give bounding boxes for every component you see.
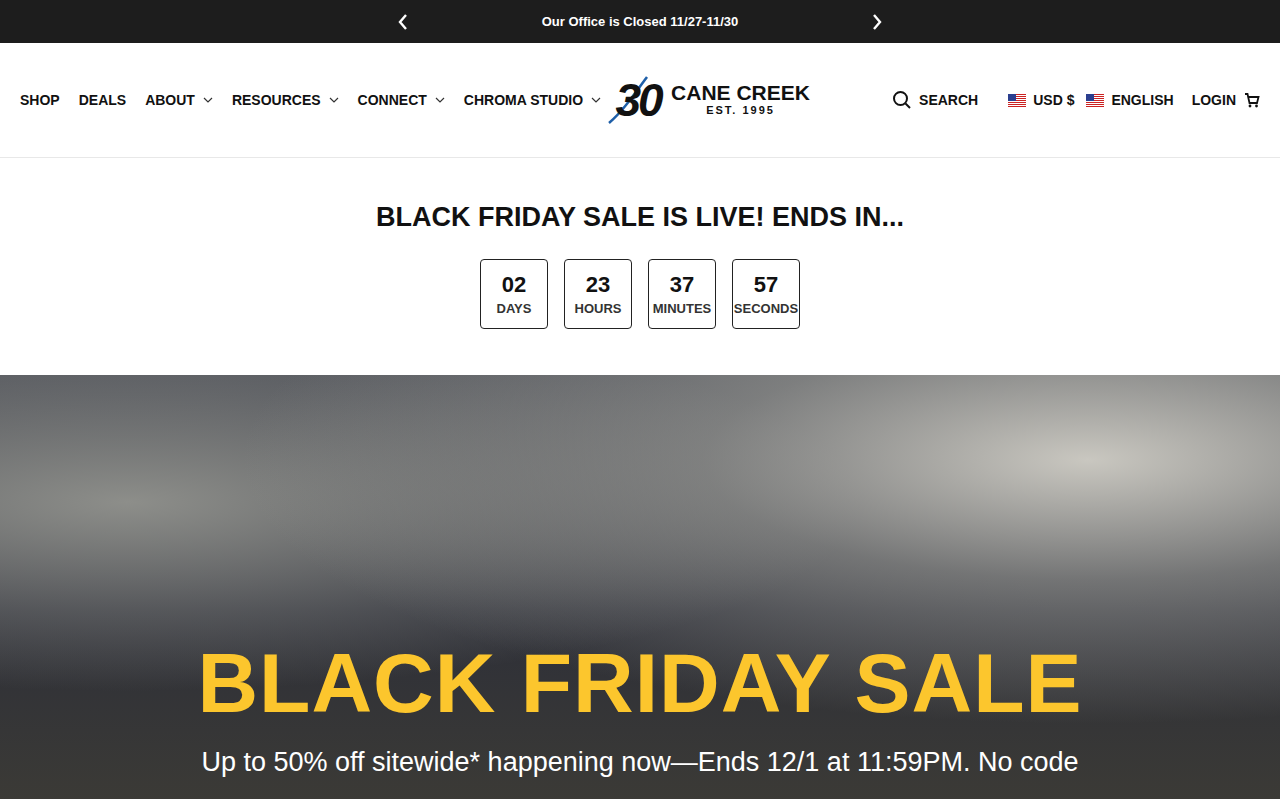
nav-label: CHROMA STUDIO — [464, 92, 583, 108]
chevron-down-icon — [329, 97, 339, 103]
countdown-unit: 02 DAYS — [480, 259, 548, 329]
chevron-down-icon — [203, 97, 213, 103]
logo-number: 30 — [616, 77, 661, 123]
countdown-timer: 02 DAYS 23 HOURS 37 MINUTES 57 SECONDS — [480, 259, 800, 329]
search-label: SEARCH — [919, 92, 978, 108]
countdown-value: 57 — [754, 272, 778, 298]
search-button[interactable]: SEARCH — [892, 90, 978, 110]
countdown-label: MINUTES — [653, 301, 712, 316]
announcement-text: Our Office is Closed 11/27-11/30 — [415, 14, 865, 29]
countdown-unit: 23 HOURS — [564, 259, 632, 329]
utility-nav: SEARCH USD $ ENGLISH LOGIN — [892, 90, 1260, 110]
chevron-right-icon — [871, 13, 883, 31]
cart-icon — [1244, 92, 1260, 108]
logo-mark: 30 — [607, 73, 669, 127]
announcement-bar: Our Office is Closed 11/27-11/30 — [0, 0, 1280, 43]
countdown-value: 02 — [502, 272, 526, 298]
countdown-label: SECONDS — [734, 301, 798, 316]
nav-label: CONNECT — [358, 92, 427, 108]
nav-item[interactable]: SHOP — [20, 92, 60, 108]
nav-item[interactable]: CONNECT — [358, 92, 445, 108]
hero-banner[interactable]: BLACK FRIDAY SALE Up to 50% off sitewide*… — [0, 375, 1280, 799]
login-link[interactable]: LOGIN — [1192, 92, 1236, 108]
chevron-down-icon — [435, 97, 445, 103]
logo-name: CANE CREEK — [671, 82, 810, 104]
main-nav: SHOP DEALS ABOUT RESOURCES CONNECT CHROMA STU… — [20, 92, 601, 108]
chevron-down-icon — [591, 97, 601, 103]
cart-button[interactable] — [1244, 92, 1260, 108]
nav-label: RESOURCES — [232, 92, 321, 108]
chevron-left-icon — [397, 13, 409, 31]
countdown-heading: BLACK FRIDAY SALE IS LIVE! ENDS IN... — [376, 202, 904, 233]
countdown-unit: 57 SECONDS — [732, 259, 800, 329]
nav-item[interactable]: CHROMA STUDIO — [464, 92, 601, 108]
logo-words: CANE CREEKEST. 1995 — [671, 82, 810, 117]
search-icon — [892, 90, 912, 110]
countdown-label: DAYS — [497, 301, 532, 316]
language-selector[interactable]: ENGLISH — [1086, 92, 1173, 108]
cane-creek-logo[interactable]: 30 CANE CREEKEST. 1995 — [607, 73, 810, 127]
nav-label: ABOUT — [145, 92, 195, 108]
countdown-value: 37 — [670, 272, 694, 298]
nav-item[interactable]: DEALS — [79, 92, 126, 108]
currency-selector[interactable]: USD $ — [1008, 92, 1074, 108]
site-header: SHOP DEALS ABOUT RESOURCES CONNECT CHROMA STU… — [0, 43, 1280, 158]
next-announcement-button[interactable] — [865, 10, 889, 34]
login-label: LOGIN — [1192, 92, 1236, 108]
nav-label: DEALS — [79, 92, 126, 108]
nav-item[interactable]: RESOURCES — [232, 92, 339, 108]
language-label: ENGLISH — [1111, 92, 1173, 108]
countdown-label: HOURS — [575, 301, 622, 316]
us-flag-icon — [1086, 94, 1104, 107]
prev-announcement-button[interactable] — [391, 10, 415, 34]
nav-item[interactable]: ABOUT — [145, 92, 213, 108]
countdown-section: BLACK FRIDAY SALE IS LIVE! ENDS IN... 02 D… — [0, 158, 1280, 375]
us-flag-icon — [1008, 94, 1026, 107]
nav-label: SHOP — [20, 92, 60, 108]
hero-title: BLACK FRIDAY SALE — [197, 637, 1082, 729]
countdown-value: 23 — [586, 272, 610, 298]
logo-est: EST. 1995 — [706, 104, 775, 117]
countdown-unit: 37 MINUTES — [648, 259, 716, 329]
hero-subtitle: Up to 50% off sitewide* happening now—En… — [201, 747, 1078, 778]
currency-label: USD $ — [1033, 92, 1074, 108]
